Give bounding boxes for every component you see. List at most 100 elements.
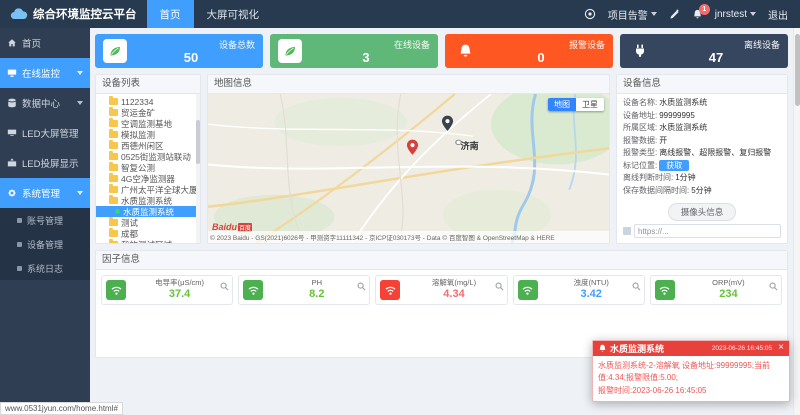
stat-cards-row: 设备总数 50 在线设备 3 报警设备 0 离线设备 47 (95, 34, 788, 68)
sidebar-subitem-label: 设备管理 (27, 239, 64, 250)
folder-icon (109, 217, 118, 226)
tree-scrollbar[interactable] (196, 94, 200, 243)
nav-home[interactable]: 首页 (146, 0, 194, 28)
alarm-timestamp: 报警时间:2023-06-26 16:45:05 (598, 385, 707, 395)
stat-card-alarm-devices: 报警设备 0 (445, 34, 613, 68)
leaf-icon (278, 39, 302, 63)
sidebar-item-data-center[interactable]: 数据中心 (0, 88, 90, 118)
magnifier-icon[interactable] (357, 278, 366, 296)
project-alarm-menu[interactable]: 项目告警 (608, 7, 657, 22)
folder-icon (109, 173, 118, 182)
stat-value: 3 (362, 49, 370, 65)
notification-badge: 1 (698, 3, 710, 15)
link-input[interactable] (634, 224, 781, 238)
stat-card-offline-devices: 离线设备 47 (620, 34, 788, 68)
tree-item-label: 水质监测系统 (123, 206, 175, 217)
factor-value: 8.2 (309, 287, 325, 300)
sidebar-item-system[interactable]: 系统管理 (0, 178, 90, 208)
window-scrollbar-thumb[interactable] (795, 34, 800, 106)
sidebar-item-label: 数据中心 (22, 99, 61, 110)
sidebar-subitem-accounts[interactable]: 账号管理 (0, 208, 90, 232)
tree-item-label: 西德州闲区 (121, 140, 164, 151)
info-label: 设备名称: (623, 98, 658, 107)
sidebar-item-home[interactable]: 首页 (0, 28, 90, 58)
bullet-icon (17, 241, 22, 247)
close-icon[interactable]: × (778, 343, 784, 353)
magnifier-icon[interactable] (769, 278, 778, 296)
notification-bell[interactable]: 1 (692, 3, 710, 20)
tree-item[interactable]: 水质监测系统 (96, 195, 200, 206)
sidebar-item-online-monitor[interactable]: 在线监控 (0, 58, 90, 88)
info-label: 报警数据: (623, 135, 658, 145)
tree-item[interactable]: 空调监测基地 (96, 118, 200, 129)
app-title: 综合环境监控云平台 (33, 9, 137, 21)
window-scrollbar[interactable] (793, 28, 800, 415)
tree-item[interactable]: 智复公测 (96, 162, 200, 173)
tree-item[interactable]: 测试 (96, 217, 200, 228)
info-row: 标记位置: 获取 (623, 160, 781, 173)
sidebar-subitem-logs[interactable]: 系统日志 (0, 256, 90, 280)
stat-label: 设备总数 (218, 39, 255, 50)
edit-icon[interactable] (669, 8, 680, 20)
stat-value: 0 (537, 49, 545, 65)
factor-name: 电导率(μS/cm) (155, 278, 205, 288)
folder-icon (109, 140, 118, 149)
alarm-body: 水质监测系统-2-溶解氧 设备地址:99999995;当前值:4.34;报警限值… (593, 356, 789, 401)
map-mode-button[interactable]: 地图 (548, 98, 576, 111)
status-url: www.0531jyun.com/home.html# (0, 402, 123, 415)
tree-item-label: 4G空净监测器 (121, 173, 175, 184)
app-window: 综合环境监控云平台 首页 大屏可视化 项目告警 1 jnrstest 退出 首页… (0, 0, 800, 415)
tree-item[interactable]: 4G空净监测器 (96, 173, 200, 184)
tree-item[interactable]: 1122334 (96, 96, 200, 107)
tree-item[interactable]: 成都 (96, 228, 200, 239)
map-panel: 地图信息 济南 地图 卫星 Baidu 百度 © 2023 Baidu - GS… (207, 74, 610, 244)
top-menu: 首页 大屏可视化 (146, 0, 273, 28)
caret-down-icon (77, 71, 83, 75)
folder-icon (109, 162, 118, 171)
wifi-icon (380, 280, 401, 300)
tree-item-label: 测试 (121, 217, 139, 228)
tree-item[interactable]: 0525街监测站联动 (96, 151, 200, 162)
sidebar-item-label: LED大屏管理 (22, 129, 79, 140)
camera-info-button[interactable]: 摄像头信息 (667, 203, 737, 221)
map-canvas[interactable] (208, 94, 609, 243)
tree-item-label: 贸运金矿 (121, 107, 156, 118)
info-value: 5分钟 (691, 185, 712, 195)
sidebar-submenu: 账号管理 设备管理 系统日志 (0, 208, 90, 280)
map-pin-red-icon[interactable] (406, 139, 419, 161)
sidebar-item-led-cast[interactable]: LED投屏显示 (0, 148, 90, 178)
satellite-mode-button[interactable]: 卫星 (576, 98, 604, 111)
nav-bigscreen[interactable]: 大屏可视化 (194, 0, 273, 28)
stat-label: 离线设备 (743, 39, 780, 50)
tree-item[interactable]: 我的测试区域 (96, 239, 200, 243)
device-info-panel: 设备信息 设备名称: 水质监测系统 设备地址: 99999995 所属区域: 水质监测… (616, 74, 788, 244)
tree-item-selected[interactable]: 水质监测系统 (96, 206, 200, 217)
stat-label: 在线设备 (393, 39, 430, 50)
magnifier-icon[interactable] (220, 278, 229, 296)
logout-link[interactable]: 退出 (768, 7, 788, 22)
bullet-icon (17, 265, 22, 271)
user-menu[interactable]: jnrstest (715, 9, 756, 20)
magnifier-icon[interactable] (632, 278, 641, 296)
info-row: 所属区域: 水质监测系统 (623, 122, 781, 135)
broadcast-icon[interactable] (584, 8, 596, 20)
stat-value: 50 (183, 49, 199, 65)
tree-scrollbar-thumb[interactable] (196, 120, 200, 164)
sidebar-subitem-devices[interactable]: 设备管理 (0, 232, 90, 256)
factor-card-turbidity: 浊度(NTU) 3.42 (512, 275, 645, 305)
map-pin-dark-icon[interactable] (441, 115, 454, 137)
bullet-icon (17, 217, 22, 223)
magnifier-icon[interactable] (495, 278, 504, 296)
tree-item-label: 成都 (121, 228, 139, 239)
tree-item[interactable]: 西德州闲区 (96, 140, 200, 151)
sidebar-item-led-screen[interactable]: LED大屏管理 (0, 118, 90, 148)
tree-item-label: 广州太平洋全球大厦 (121, 184, 198, 195)
tree-item[interactable]: 模拟监测 (96, 129, 200, 140)
tree-item[interactable]: 广州太平洋全球大厦 (96, 184, 200, 195)
wifi-icon (517, 280, 538, 300)
caret-down-icon (77, 101, 83, 105)
get-location-button[interactable]: 获取 (659, 160, 690, 172)
alarm-notification: 水质监测系统 2023-06-26 16:45:05 × 水质监测系统-2-溶解… (592, 339, 790, 402)
alarm-time: 2023-06-26 16:45:05 (711, 344, 773, 352)
tree-item[interactable]: 贸运金矿 (96, 107, 200, 118)
